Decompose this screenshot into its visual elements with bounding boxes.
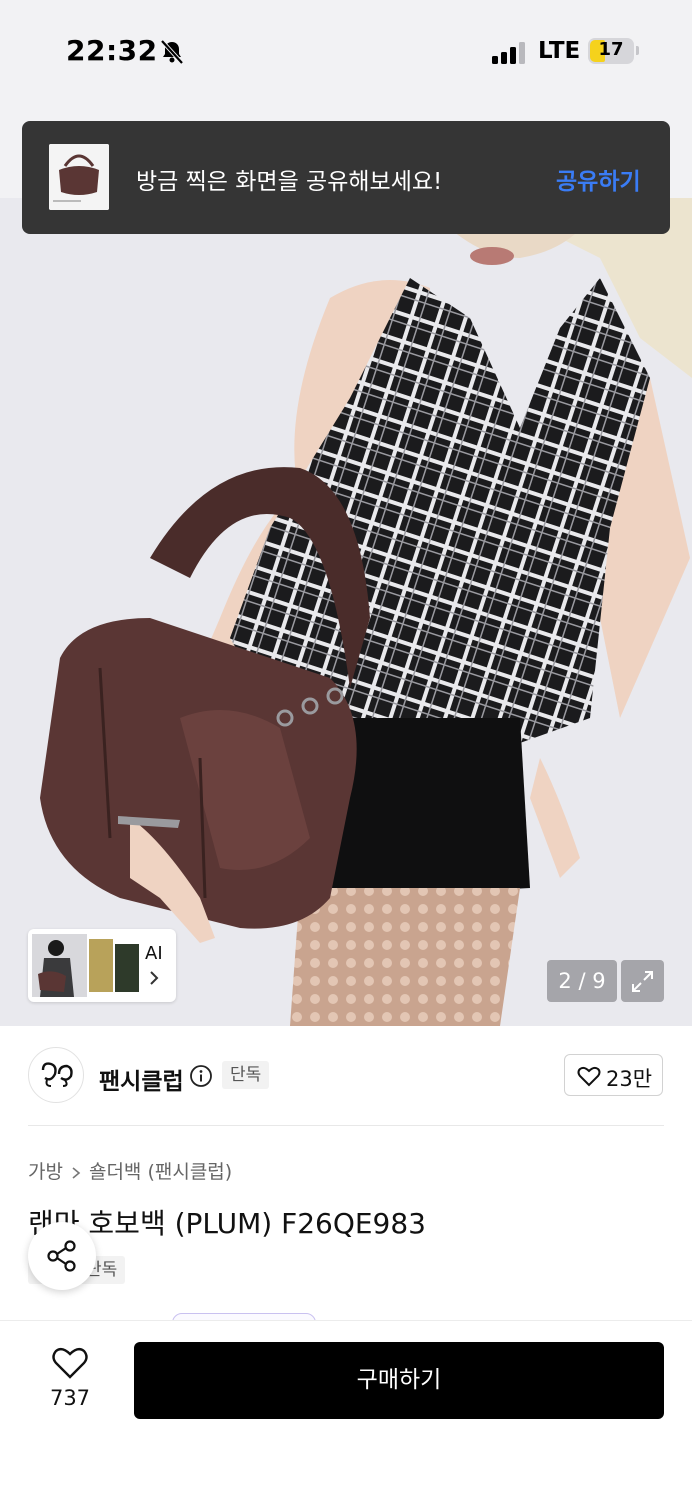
screenshot-thumbnail[interactable] xyxy=(49,144,109,210)
divider xyxy=(28,1125,664,1126)
ai-style-thumbnail[interactable] xyxy=(28,929,176,1002)
brand-logo-icon xyxy=(41,1062,73,1087)
wishlist-count: 737 xyxy=(49,1386,91,1410)
toast-message: 방금 찍은 화면을 공유해보세요! xyxy=(136,169,443,195)
thumbnail-bag-image xyxy=(49,144,109,210)
brand-name[interactable]: 팬시클럽 xyxy=(99,1062,184,1096)
share-icon xyxy=(47,1240,76,1272)
status-time: 22:32 xyxy=(66,34,158,67)
cellular-signal-icon xyxy=(492,42,525,64)
buy-button[interactable]: 구매하기 xyxy=(134,1342,664,1419)
toast-share-button[interactable]: 공유하기 xyxy=(556,162,641,196)
breadcrumb-item[interactable]: 숄더백 (팬시클럽) xyxy=(89,1161,232,1183)
ai-label: AI xyxy=(145,943,163,964)
breadcrumb-item[interactable]: 가방 xyxy=(28,1161,63,1183)
expand-button[interactable] xyxy=(621,960,664,1002)
network-label: LTE xyxy=(538,38,581,64)
product-photo-illustration xyxy=(0,198,692,1026)
info-icon[interactable] xyxy=(189,1064,213,1088)
share-toast: 방금 찍은 화면을 공유해보세요! 공유하기 xyxy=(22,121,670,234)
product-photo[interactable] xyxy=(0,198,692,1026)
brand-logo[interactable] xyxy=(28,1047,84,1103)
heart-icon[interactable] xyxy=(52,1346,88,1380)
expand-icon xyxy=(632,971,653,992)
battery-icon: 17 xyxy=(588,38,634,64)
share-button[interactable] xyxy=(28,1222,96,1290)
brand-like-count: 23만 xyxy=(606,1067,653,1091)
gallery-page-indicator: 2 / 9 xyxy=(547,960,617,1002)
bell-off-icon xyxy=(160,39,184,65)
heart-icon xyxy=(577,1066,601,1087)
chevron-right-icon xyxy=(72,1166,81,1179)
breadcrumb: 가방 숄더백 (팬시클럽) xyxy=(28,1157,232,1184)
chevron-right-icon xyxy=(150,971,159,985)
battery-nub xyxy=(636,46,639,55)
ai-thumbnail-images xyxy=(32,934,139,997)
exclusive-badge: 단독 xyxy=(222,1061,270,1089)
battery-percent: 17 xyxy=(598,39,624,60)
brand-like-button[interactable]: 23만 xyxy=(564,1054,663,1096)
